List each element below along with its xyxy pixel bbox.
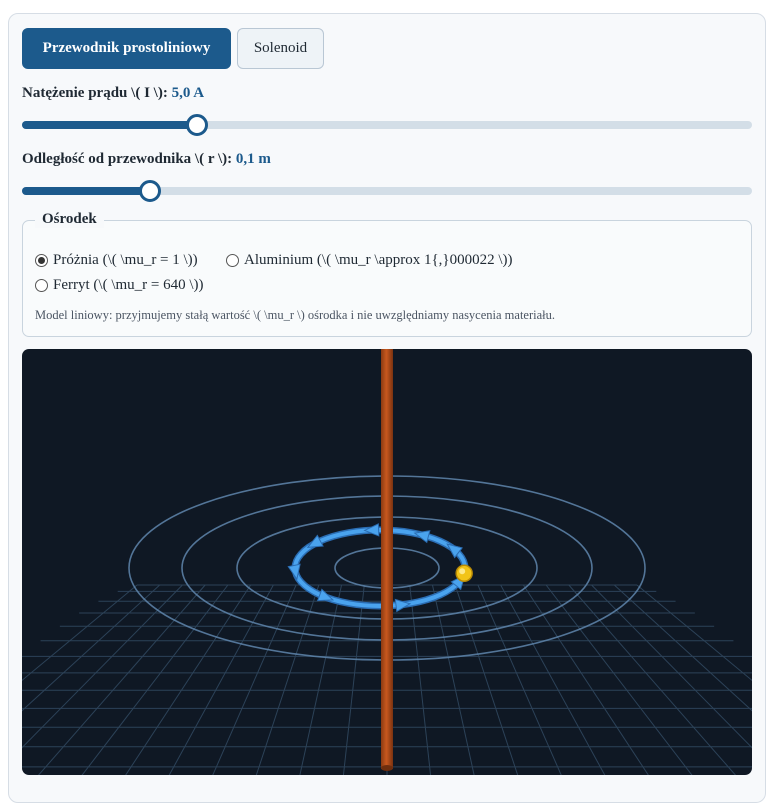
tab-solenoid[interactable]: Solenoid	[237, 28, 324, 69]
radio-ferrite[interactable]	[35, 279, 48, 292]
medium-fieldset: Ośrodek Próżnia (\( \mu_r = 1 \)) Alumin…	[22, 211, 752, 337]
medium-note: Model liniowy: przyjmujemy stałą wartość…	[35, 308, 556, 322]
radio-vacuum[interactable]	[35, 254, 48, 267]
distance-slider-fill	[22, 187, 151, 195]
distance-value: 0,1 m	[235, 151, 271, 167]
tab-straight-wire[interactable]: Przewodnik prostoliniowy	[22, 28, 231, 69]
medium-option-vacuum[interactable]: Próżnia (\( \mu_r = 1 \))	[35, 252, 198, 269]
radio-aluminium[interactable]	[226, 254, 239, 267]
medium-legend: Ośrodek	[35, 211, 104, 228]
medium-option-ferrite-label: Ferryt (\( \mu_r = 640 \))	[53, 277, 204, 293]
field-arrow-icon	[394, 598, 412, 613]
wire-body	[381, 349, 393, 769]
current-slider[interactable]	[22, 114, 752, 136]
probe-highlight	[459, 568, 466, 575]
medium-option-aluminium[interactable]: Aluminium (\( \mu_r \approx 1{,}000022 \…	[226, 252, 513, 269]
distance-label: Odległość od przewodnika \( r \):	[22, 151, 233, 167]
wire-end	[381, 765, 393, 771]
current-label-row: Natężenie prądu \( I \): 5,0 A	[22, 85, 204, 102]
3d-scene-viewport[interactable]	[22, 349, 752, 775]
medium-option-aluminium-label: Aluminium (\( \mu_r \approx 1{,}000022 \…	[244, 252, 513, 268]
mode-tabs: Przewodnik prostoliniowy Solenoid	[22, 28, 324, 69]
current-slider-fill	[22, 121, 198, 129]
field-loop	[287, 523, 469, 613]
current-value: 5,0 A	[171, 85, 205, 101]
current-label: Natężenie prądu \( I \):	[22, 85, 168, 101]
distance-slider[interactable]	[22, 180, 752, 202]
field-arrow-icon	[363, 523, 380, 537]
conductor-icon	[381, 349, 393, 771]
medium-option-vacuum-label: Próżnia (\( \mu_r = 1 \))	[53, 252, 198, 268]
distance-label-row: Odległość od przewodnika \( r \): 0,1 m	[22, 151, 271, 168]
probe-point-icon	[455, 564, 473, 583]
scene-canvas	[22, 349, 752, 775]
medium-option-ferrite[interactable]: Ferryt (\( \mu_r = 640 \))	[35, 277, 204, 294]
